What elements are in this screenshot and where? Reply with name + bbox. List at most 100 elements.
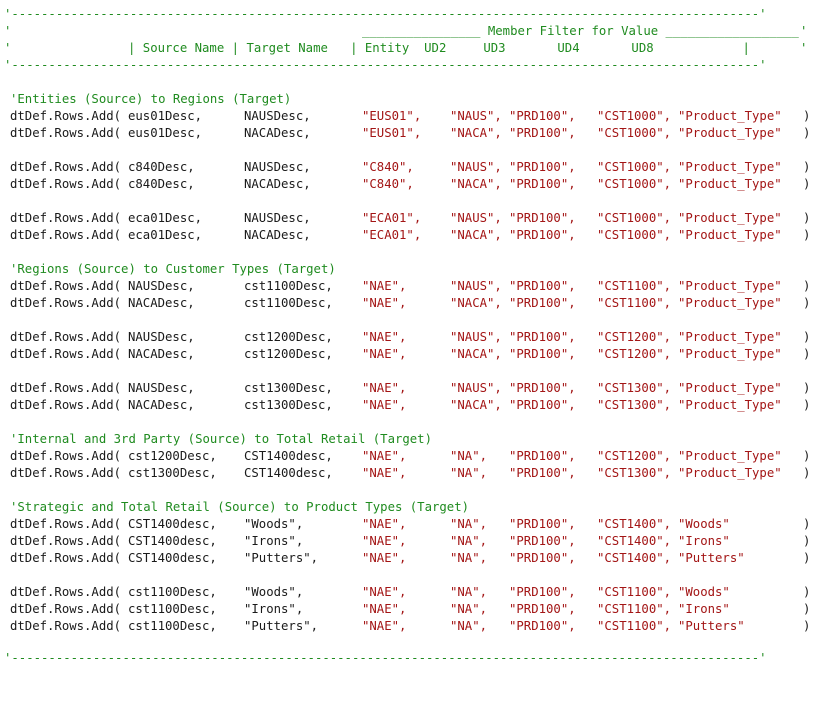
header-bottom-dash-line: '---------------------------------------… [0,57,767,74]
code-token-ud3: "PRD100", [509,398,576,412]
code-token-src: NACADesc, [128,296,195,310]
column-headers: | Source Name | Target Name | Entity UD2… [128,41,750,55]
code-token-tgt: cst1300Desc, [244,381,333,395]
code-token-tgt: NACADesc, [244,228,311,242]
section-comment-text: 'Internal and 3rd Party (Source) to Tota… [10,432,432,446]
code-token-ud3: "PRD100", [509,381,576,395]
code-token-tgt: "Woods", [244,517,304,531]
code-token-ud2: "NAUS", [450,211,502,225]
code-token-ud2: "NA", [450,517,488,531]
code-token-prefix: dtDef.Rows.Add( [10,279,122,293]
header-tick-right: ' [800,24,808,38]
code-token-src: NACADesc, [128,398,195,412]
code-token-close: ) [803,126,811,140]
code-token-ud3: "PRD100", [509,177,576,191]
code-token-prefix: dtDef.Rows.Add( [10,381,122,395]
code-token-ud8: "Product_Type" [678,466,782,480]
code-token-prefix: dtDef.Rows.Add( [10,347,122,361]
code-token-ud4: "CST1300", [597,466,672,480]
code-token-close: ) [803,279,811,293]
code-editor[interactable]: '---------------------------------------… [0,0,824,669]
code-token-tgt: cst1300Desc, [244,398,333,412]
header-dash-text: '---------------------------------------… [4,7,767,21]
code-token-entity: "ECA01", [362,228,422,242]
code-token-src: CST1400desc, [128,517,217,531]
code-token-entity: "NAE", [362,534,407,548]
code-token-prefix: dtDef.Rows.Add( [10,619,122,633]
code-token-ud2: "NA", [450,619,488,633]
code-token-ud8: "Product_Type" [678,177,782,191]
code-token-ud4: "CST1200", [597,347,672,361]
code-token-ud8: "Putters" [678,551,745,565]
section-comment-text: 'Entities (Source) to Regions (Target) [10,92,292,106]
code-token-tgt: NAUSDesc, [244,109,311,123]
code-token-close: ) [803,534,811,548]
code-token-ud4: "CST1400", [597,517,672,531]
code-token-src: eca01Desc, [128,228,203,242]
code-token-ud2: "NA", [450,449,488,463]
code-token-src: eca01Desc, [128,211,203,225]
section-comment-text: 'Strategic and Total Retail (Source) to … [10,500,470,514]
code-token-tgt: "Woods", [244,585,304,599]
code-token-ud3: "PRD100", [509,160,576,174]
code-token-tgt: cst1200Desc, [244,347,333,361]
code-token-entity: "NAE", [362,517,407,531]
code-token-src: NAUSDesc, [128,381,195,395]
code-token-ud3: "PRD100", [509,551,576,565]
code-token-ud8: "Product_Type" [678,347,782,361]
code-token-prefix: dtDef.Rows.Add( [10,466,122,480]
code-token-close: ) [803,228,811,242]
code-token-prefix: dtDef.Rows.Add( [10,517,122,531]
code-token-src: cst1100Desc, [128,619,217,633]
code-token-entity: "NAE", [362,296,407,310]
member-filter-title: ________________ Member Filter for Value… [362,24,799,38]
code-token-entity: "EUS01", [362,126,422,140]
code-token-entity: "NAE", [362,602,407,616]
code-token-entity: "NAE", [362,466,407,480]
code-token-ud8: "Putters" [678,619,745,633]
code-token-ud4: "CST1100", [597,619,672,633]
header-tick-left: ' [4,24,12,38]
code-token-ud2: "NAUS", [450,381,502,395]
code-token-src: c840Desc, [128,160,195,174]
code-token-ud2: "NAUS", [450,109,502,123]
code-token-prefix: dtDef.Rows.Add( [10,551,122,565]
code-token-ud3: "PRD100", [509,126,576,140]
code-token-ud8: "Woods" [678,517,730,531]
code-token-ud8: "Product_Type" [678,126,782,140]
code-token-src: NACADesc, [128,347,195,361]
code-token-ud4: "CST1100", [597,585,672,599]
code-token-tgt: NACADesc, [244,177,311,191]
header-dash-line: '---------------------------------------… [0,6,767,23]
code-token-ud2: "NACA", [450,177,502,191]
code-token-close: ) [803,585,811,599]
code-token-close: ) [803,398,811,412]
code-token-ud8: "Irons" [678,534,730,548]
code-token-close: ) [803,381,811,395]
code-token-ud2: "NA", [450,602,488,616]
code-token-prefix: dtDef.Rows.Add( [10,398,122,412]
code-token-ud4: "CST1000", [597,160,672,174]
code-token-src: NAUSDesc, [128,279,195,293]
code-token-ud4: "CST1200", [597,330,672,344]
code-token-entity: "NAE", [362,585,407,599]
code-token-ud4: "CST1000", [597,228,672,242]
code-token-ud2: "NA", [450,585,488,599]
code-token-prefix: dtDef.Rows.Add( [10,177,122,191]
code-token-ud2: "NACA", [450,347,502,361]
code-token-tgt: NAUSDesc, [244,211,311,225]
code-token-ud8: "Irons" [678,602,730,616]
code-token-ud3: "PRD100", [509,602,576,616]
header-columns-line: ' | Source Name | Target Name | Entity U… [0,40,807,57]
code-token-src: cst1300Desc, [128,466,217,480]
code-token-entity: "NAE", [362,398,407,412]
code-token-ud2: "NAUS", [450,160,502,174]
code-token-close: ) [803,177,811,191]
code-token-ud8: "Product_Type" [678,449,782,463]
code-token-ud8: "Product_Type" [678,228,782,242]
code-token-ud4: "CST1000", [597,211,672,225]
code-token-entity: "NAE", [362,330,407,344]
code-token-prefix: dtDef.Rows.Add( [10,160,122,174]
code-token-ud4: "CST1100", [597,602,672,616]
code-token-ud3: "PRD100", [509,619,576,633]
